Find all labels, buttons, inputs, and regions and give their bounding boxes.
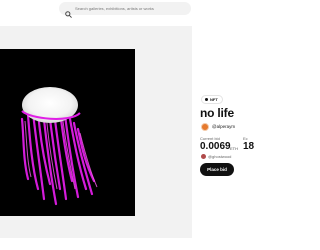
- search-bar[interactable]: Search galleries, exhibitions, artists o…: [59, 2, 191, 18]
- creator-avatar[interactable]: [201, 123, 209, 131]
- current-bid-unit: ETH: [230, 146, 238, 151]
- ends-in-value: 18: [243, 141, 255, 152]
- bidder-name[interactable]: @ghostwood: [208, 154, 231, 159]
- search-icon: [65, 5, 72, 18]
- bidder-avatar[interactable]: [201, 154, 206, 159]
- nft-badge: NFT: [201, 95, 223, 104]
- place-bid-button[interactable]: Place bid: [200, 163, 234, 176]
- search-placeholder: Search galleries, exhibitions, artists o…: [75, 6, 154, 11]
- artwork-title: no life: [200, 106, 234, 120]
- artwork-image[interactable]: [0, 49, 135, 216]
- creator-name[interactable]: @alperaym: [212, 124, 235, 129]
- badge-dot-icon: [205, 98, 208, 101]
- current-bid-value: 0.0069: [200, 141, 231, 152]
- badge-label: NFT: [210, 97, 218, 102]
